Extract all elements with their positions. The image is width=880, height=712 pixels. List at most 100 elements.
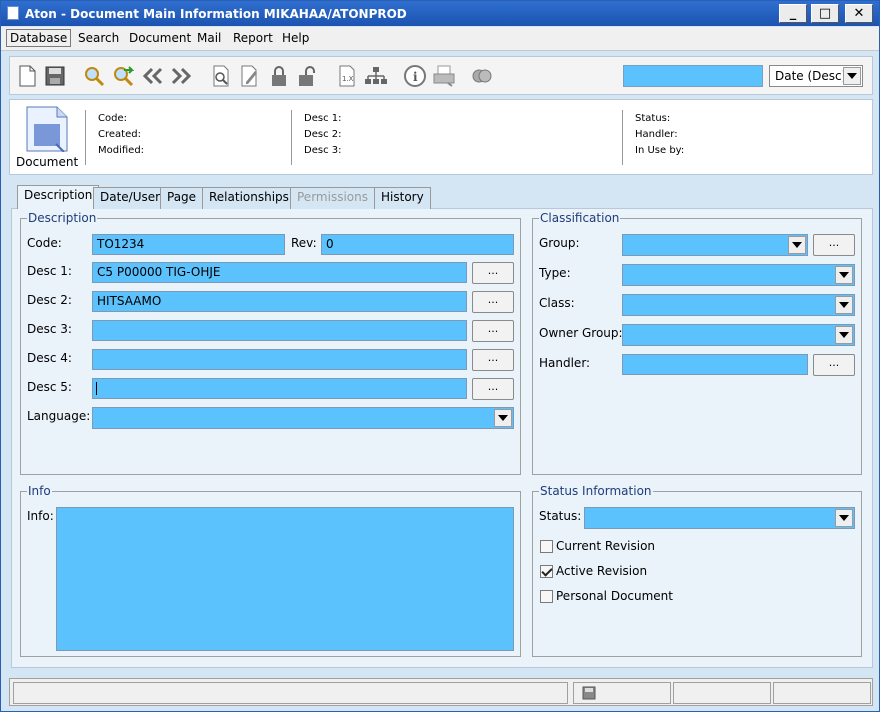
class-dropdown[interactable] (622, 294, 855, 316)
desc1-input[interactable]: C5 P00000 TIG-OHJE (92, 262, 467, 283)
app-doc-icon (7, 6, 19, 20)
desc2-label: Desc 2: (27, 293, 72, 307)
desc4-label: Desc 4: (27, 351, 72, 365)
chevron-down-icon[interactable] (835, 296, 853, 314)
unlock-icon[interactable] (295, 64, 319, 88)
desc1-label: Desc 1: (27, 264, 72, 278)
lock-icon[interactable] (267, 64, 291, 88)
desc3-input[interactable] (92, 320, 467, 341)
menu-bar: Database Search Document Mail Report Hel… (1, 27, 879, 51)
sort-dropdown[interactable]: Date (Desc) (769, 65, 863, 87)
desc4-input[interactable] (92, 349, 467, 370)
handler-input[interactable] (622, 354, 808, 375)
close-button[interactable]: ✕ (845, 4, 873, 23)
print-icon[interactable] (432, 64, 456, 88)
info-group-title: Info (27, 484, 52, 498)
status-label: Status: (539, 509, 582, 523)
desc5-browse-button[interactable]: ... (472, 378, 514, 400)
desc2-input[interactable]: HITSAAMO (92, 291, 467, 312)
class-label: Class: (539, 296, 575, 310)
desc3-browse-button[interactable]: ... (472, 320, 514, 342)
structure-icon[interactable] (364, 64, 388, 88)
quick-search-input[interactable] (623, 65, 763, 87)
header-in-use-label: In Use by: (635, 145, 685, 156)
save-icon[interactable] (43, 64, 67, 88)
svg-text:1.X: 1.X (342, 75, 354, 83)
search-next-icon[interactable] (111, 64, 135, 88)
chevron-down-icon[interactable] (835, 509, 853, 527)
minimize-button[interactable]: _ (779, 4, 807, 23)
type-label: Type: (539, 266, 571, 280)
sort-value: Date (Desc) (775, 69, 847, 83)
rev-input[interactable]: 0 (321, 234, 514, 255)
version-icon[interactable]: 1.X (335, 64, 359, 88)
menu-report[interactable]: Report (233, 31, 273, 45)
preview-icon[interactable] (209, 64, 233, 88)
current-revision-checkbox[interactable] (540, 540, 553, 553)
app-window: Aton - Document Main Information MIKAHAA… (0, 0, 880, 712)
group-browse-button[interactable]: ... (813, 234, 855, 256)
language-label: Language: (27, 409, 91, 423)
group-dropdown[interactable] (622, 234, 808, 256)
new-doc-icon[interactable] (15, 64, 39, 88)
tab-page[interactable]: Page (160, 187, 204, 209)
document-type-label: Document (16, 155, 79, 169)
description-group-title: Description (27, 211, 98, 225)
active-revision-checkbox[interactable] (540, 565, 553, 578)
code-label: Code: (27, 236, 62, 250)
chevron-down-icon[interactable] (788, 236, 806, 254)
last-icon[interactable] (169, 64, 193, 88)
personal-document-label: Personal Document (556, 589, 673, 603)
window-title: Aton - Document Main Information MIKAHAA… (25, 7, 407, 21)
personal-document-checkbox[interactable] (540, 590, 553, 603)
tab-history[interactable]: History (374, 187, 431, 209)
menu-document[interactable]: Document (129, 31, 191, 45)
code-input[interactable]: TO1234 (92, 234, 285, 255)
status-dropdown[interactable] (584, 507, 855, 529)
chevron-down-icon[interactable] (843, 67, 861, 85)
menu-search[interactable]: Search (78, 31, 119, 45)
handler-browse-button[interactable]: ... (813, 354, 855, 376)
first-icon[interactable] (141, 64, 165, 88)
header-desc3-label: Desc 3: (304, 145, 342, 156)
info-icon[interactable]: i (403, 64, 427, 88)
toolbar: 1.X i Date (Desc) (9, 56, 873, 95)
menu-database[interactable]: Database (6, 29, 72, 47)
edit-icon[interactable] (237, 64, 261, 88)
maximize-button[interactable]: □ (811, 4, 839, 23)
classification-group-title: Classification (539, 211, 621, 225)
status-panel-2 (673, 682, 771, 704)
desc5-input[interactable] (92, 378, 467, 399)
tab-date-user[interactable]: Date/User (93, 187, 168, 209)
desc3-label: Desc 3: (27, 322, 72, 336)
status-panel-3 (773, 682, 871, 704)
desc1-browse-button[interactable]: ... (472, 262, 514, 284)
classification-group: Classification Group: ... Type: Class: O… (532, 211, 862, 475)
header-status-label: Status: (635, 113, 671, 124)
chevron-down-icon[interactable] (494, 409, 512, 427)
desc4-browse-button[interactable]: ... (472, 349, 514, 371)
desc2-browse-button[interactable]: ... (472, 291, 514, 313)
status-bar (9, 678, 873, 706)
chevron-down-icon[interactable] (835, 326, 853, 344)
tab-relationships[interactable]: Relationships (202, 187, 296, 209)
menu-help[interactable]: Help (282, 31, 309, 45)
menu-mail[interactable]: Mail (197, 31, 221, 45)
header-modified-label: Modified: (98, 145, 145, 156)
search-icon[interactable] (82, 64, 106, 88)
chevron-down-icon[interactable] (835, 266, 853, 284)
header-desc2-label: Desc 2: (304, 129, 342, 140)
active-revision-label: Active Revision (556, 564, 648, 578)
svg-text:i: i (413, 70, 418, 84)
info-textarea[interactable] (56, 507, 514, 651)
group-label: Group: (539, 236, 580, 250)
header-created-label: Created: (98, 129, 141, 140)
link-icon[interactable] (470, 64, 494, 88)
save-status-icon (582, 686, 596, 700)
status-panel-save (573, 682, 671, 704)
type-dropdown[interactable] (622, 264, 855, 286)
owner-group-dropdown[interactable] (622, 324, 855, 346)
description-group: Description Code: TO1234 Rev: 0 Desc 1: … (20, 211, 521, 475)
language-dropdown[interactable] (92, 407, 514, 429)
tab-description[interactable]: Description (17, 185, 100, 209)
